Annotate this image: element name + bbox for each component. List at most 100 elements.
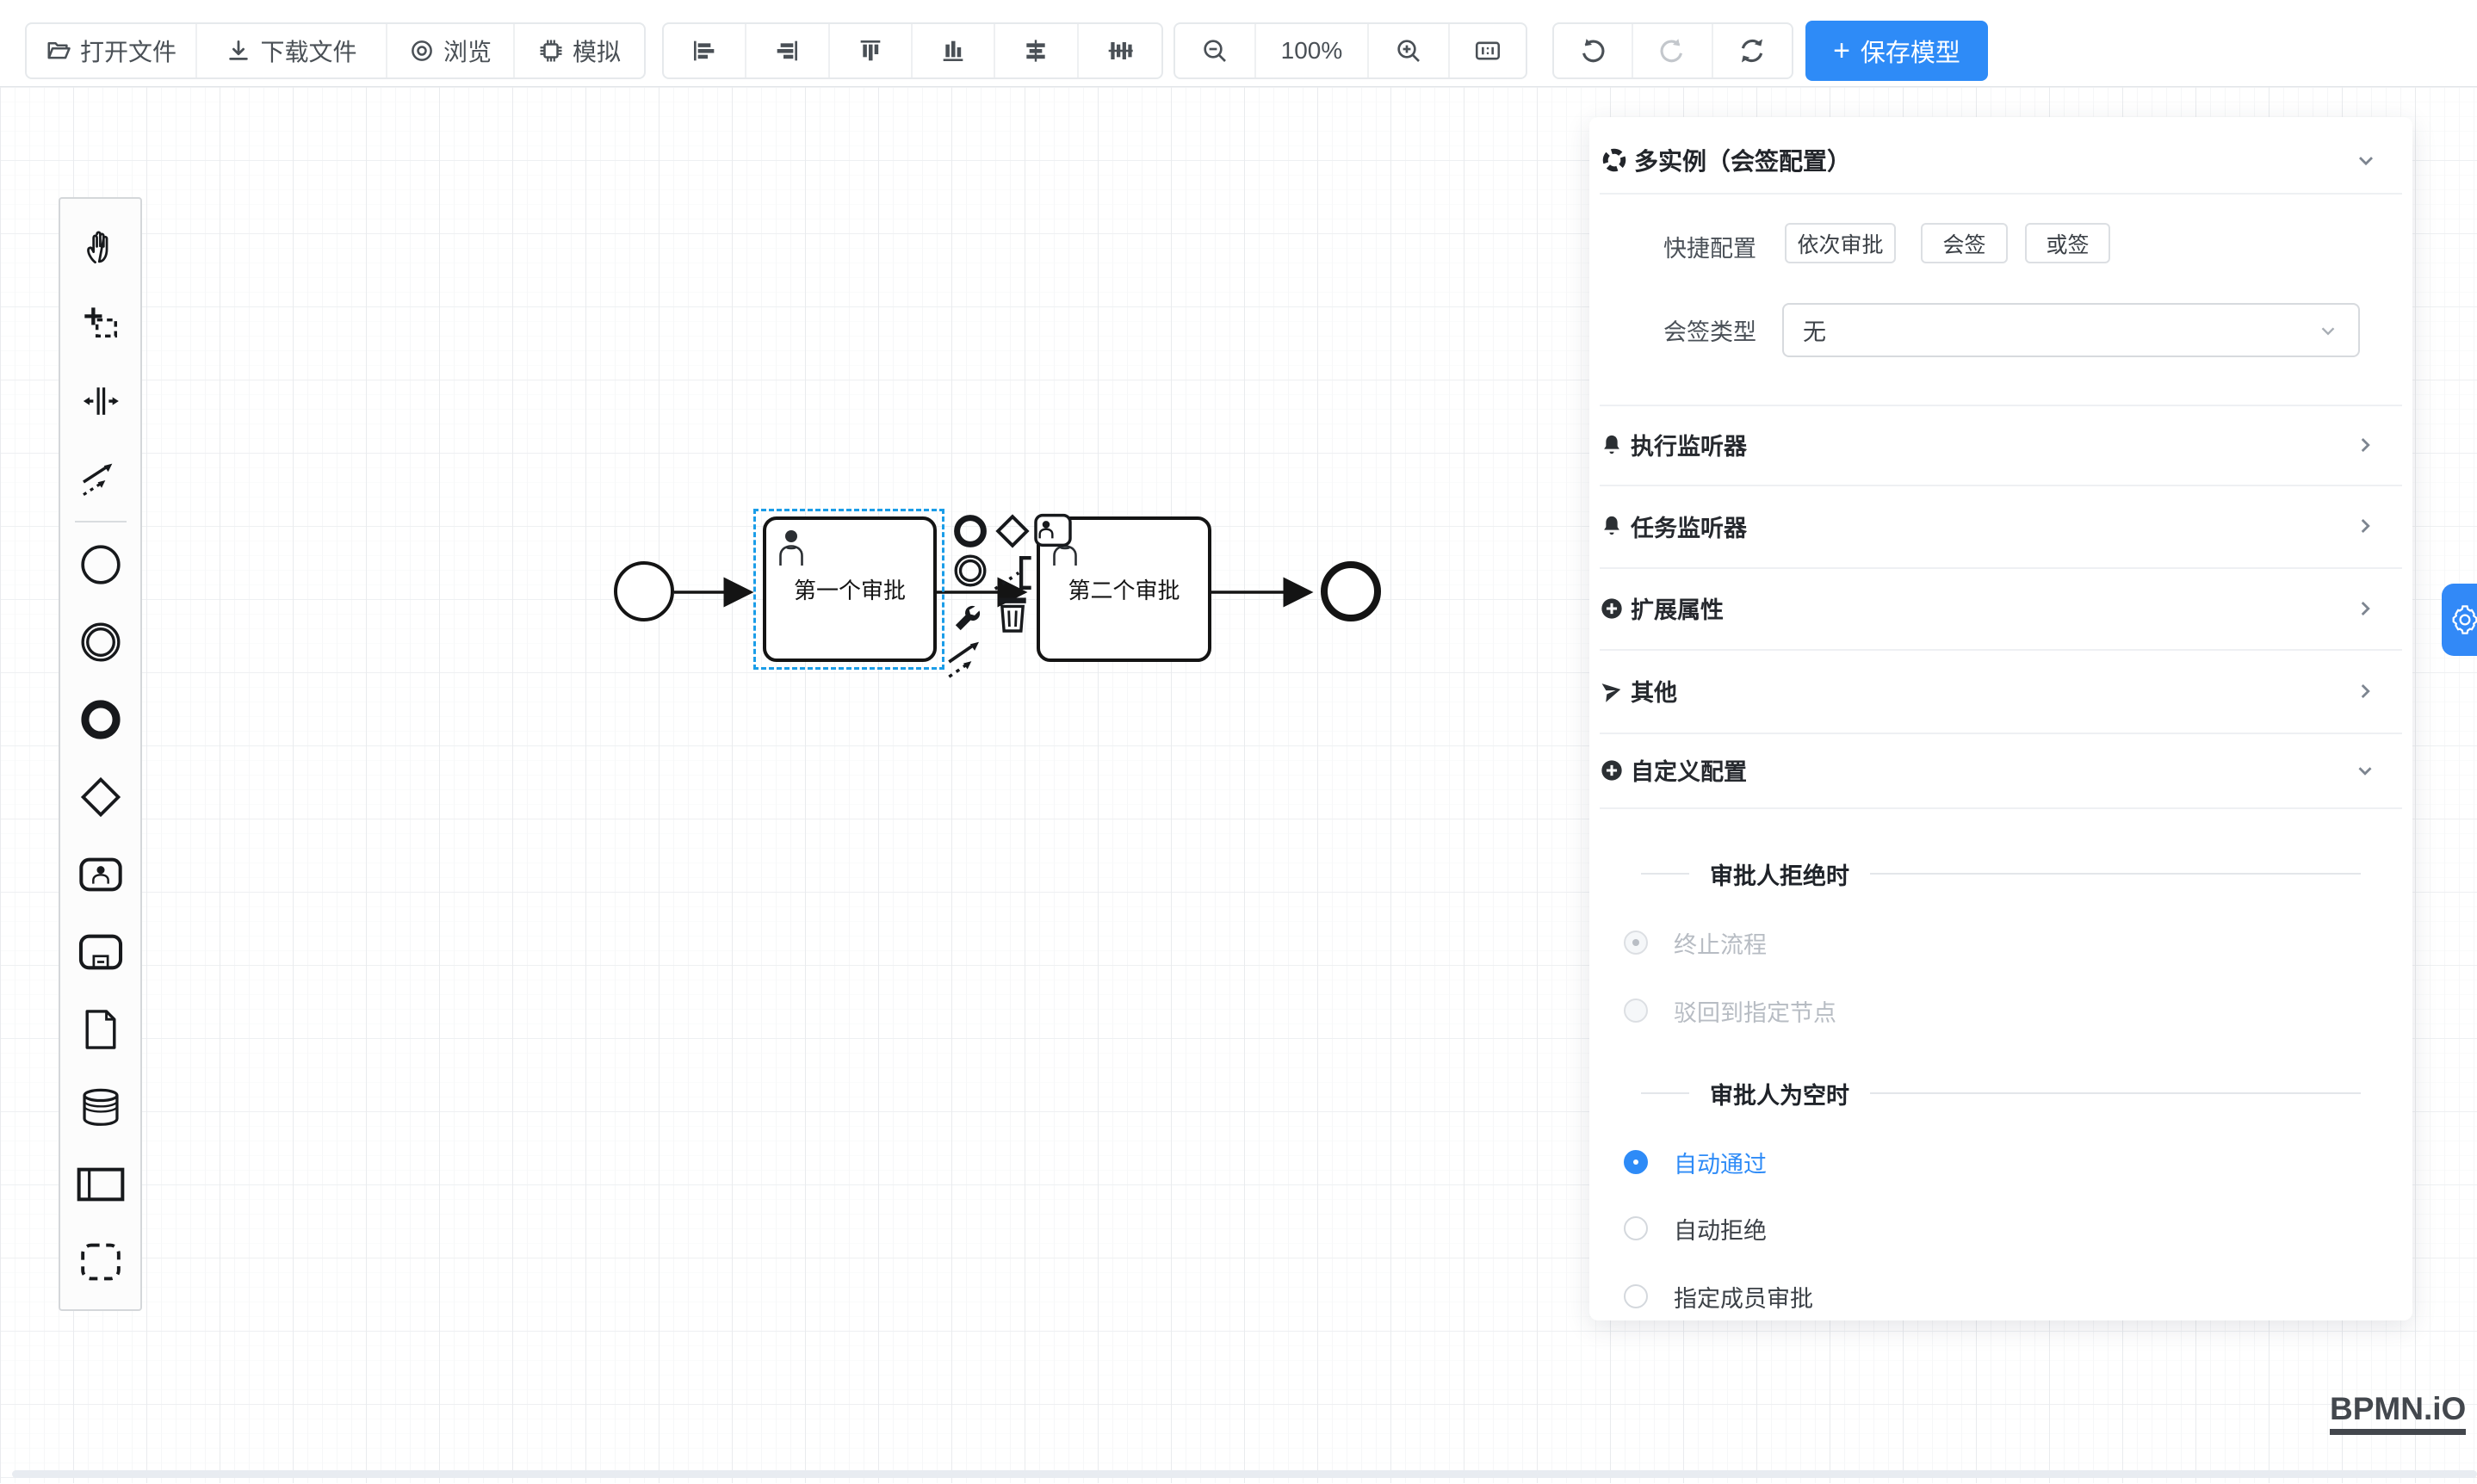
user-task-first[interactable]: 第一个审批 <box>763 516 937 662</box>
preview-button[interactable]: 浏览 <box>387 24 515 77</box>
zoom-level-value: 100% <box>1281 37 1343 65</box>
section-custom-config[interactable]: 自定义配置 <box>1589 733 2412 807</box>
radio-label: 自动拒绝 <box>1674 1212 1767 1246</box>
zoom-in-button[interactable] <box>1369 24 1450 77</box>
delete-trash-icon[interactable] <box>995 594 1030 634</box>
radio-auto-pass[interactable]: 自动通过 <box>1624 1141 1767 1183</box>
simulate-button[interactable]: 模拟 <box>515 24 644 77</box>
send-icon <box>1600 679 1624 703</box>
properties-panel: 多实例（会签配置） 快捷配置 依次审批 会签 或签 会签类型 无 执行监听器 任… <box>1589 117 2412 1320</box>
user-task-icon <box>78 857 123 892</box>
append-user-task-icon[interactable] <box>1033 513 1073 547</box>
chevron-right-icon <box>2354 515 2376 537</box>
section-other[interactable]: 其他 <box>1589 649 2412 733</box>
append-gateway-icon[interactable] <box>994 513 1031 549</box>
section-extended-properties[interactable]: 扩展属性 <box>1589 567 2412 649</box>
horizontal-scrollbar[interactable] <box>12 1470 2477 1478</box>
chevron-right-icon <box>2354 680 2376 702</box>
history-toolbar-group <box>1552 22 1793 79</box>
eye-icon <box>409 38 435 64</box>
create-end-event[interactable] <box>60 681 140 758</box>
undo-button[interactable] <box>1554 24 1633 77</box>
create-data-store[interactable] <box>60 1068 140 1146</box>
sign-type-label: 会签类型 <box>1653 313 1756 347</box>
zoom-out-button[interactable] <box>1175 24 1256 77</box>
redo-button[interactable] <box>1633 24 1712 77</box>
append-intermediate-event-icon[interactable] <box>952 553 988 589</box>
plus-circle-icon <box>1600 758 1624 782</box>
gateway-icon <box>78 775 123 819</box>
zoom-in-icon <box>1395 37 1422 65</box>
radio-icon <box>1624 1216 1648 1240</box>
create-subprocess[interactable] <box>60 913 140 991</box>
or-sign-button[interactable]: 或签 <box>2025 223 2110 263</box>
append-end-event-icon[interactable] <box>952 513 988 549</box>
bpmn-palette <box>59 197 142 1311</box>
data-object-icon <box>83 1008 119 1051</box>
global-connect-tool[interactable] <box>60 440 140 517</box>
align-right-button[interactable] <box>746 24 829 77</box>
align-left-icon <box>690 37 718 65</box>
align-center-button[interactable] <box>1079 24 1161 77</box>
radio-assign-member[interactable]: 指定成员审批 <box>1624 1276 1813 1317</box>
folder-open-icon <box>46 38 71 64</box>
open-file-button[interactable]: 打开文件 <box>27 24 197 77</box>
bpmn-io-logo[interactable]: BPMN.iO <box>2330 1391 2466 1435</box>
group-icon <box>79 1241 122 1283</box>
sequential-approve-button[interactable]: 依次审批 <box>1785 223 1896 263</box>
align-middle-button[interactable] <box>995 24 1078 77</box>
create-group[interactable] <box>60 1223 140 1301</box>
section-label: 扩展属性 <box>1631 591 1724 625</box>
panel-title: 多实例（会签配置） <box>1634 143 1851 177</box>
change-type-wrench-icon[interactable] <box>951 597 988 635</box>
panel-header[interactable]: 多实例（会签配置） <box>1589 136 2412 183</box>
end-event[interactable] <box>1321 561 1381 621</box>
create-user-task[interactable] <box>60 836 140 913</box>
save-model-button[interactable]: + 保存模型 <box>1805 21 1988 81</box>
divider <box>1600 807 2402 809</box>
append-text-annotation-icon[interactable] <box>990 549 1035 594</box>
align-bottom-button[interactable] <box>913 24 995 77</box>
countersign-button[interactable]: 会签 <box>1921 223 2008 263</box>
zoom-reset-button[interactable] <box>1450 24 1526 77</box>
bell-icon <box>1600 514 1624 538</box>
chevron-right-icon <box>2354 597 2376 620</box>
radio-auto-reject[interactable]: 自动拒绝 <box>1624 1208 1767 1249</box>
create-intermediate-event[interactable] <box>60 603 140 681</box>
create-data-object[interactable] <box>60 991 140 1068</box>
connect-tool-icon[interactable] <box>945 637 990 682</box>
lasso-tool[interactable] <box>60 285 140 362</box>
gear-icon <box>2450 605 2477 634</box>
chevron-right-icon <box>2354 434 2376 456</box>
radio-return-to-node[interactable]: 驳回到指定节点 <box>1624 990 1836 1031</box>
start-event[interactable] <box>614 561 674 621</box>
download-file-button[interactable]: 下载文件 <box>197 24 387 77</box>
align-right-icon <box>773 37 801 65</box>
quick-config-row: 依次审批 会签 或签 <box>1589 223 2412 263</box>
create-gateway[interactable] <box>60 758 140 836</box>
plus-icon: + <box>1833 36 1850 65</box>
sign-type-select[interactable]: 无 <box>1782 303 2360 357</box>
align-top-button[interactable] <box>830 24 913 77</box>
radio-label: 驳回到指定节点 <box>1674 994 1836 1028</box>
save-model-label: 保存模型 <box>1861 33 1960 69</box>
logo-text: BPMN.iO <box>2330 1391 2466 1427</box>
file-toolbar-group: 打开文件 下载文件 浏览 模拟 <box>25 22 646 79</box>
refresh-button[interactable] <box>1713 24 1792 77</box>
hand-tool[interactable] <box>60 207 140 285</box>
align-top-icon <box>857 37 884 65</box>
settings-tab[interactable] <box>2442 584 2477 656</box>
chevron-down-icon <box>2354 759 2376 782</box>
space-tool[interactable] <box>60 362 140 440</box>
create-start-event[interactable] <box>60 526 140 603</box>
radio-terminate-process[interactable]: 终止流程 <box>1624 922 1767 963</box>
multi-instance-icon <box>1601 147 1627 173</box>
create-participant[interactable] <box>60 1146 140 1223</box>
align-left-button[interactable] <box>664 24 746 77</box>
section-execution-listener[interactable]: 执行监听器 <box>1589 405 2412 485</box>
refresh-icon <box>1737 36 1767 65</box>
chevron-down-icon[interactable] <box>2354 148 2378 172</box>
section-task-listener[interactable]: 任务监听器 <box>1589 485 2412 567</box>
group-title-text: 审批人拒绝时 <box>1710 857 1849 891</box>
download-file-label: 下载文件 <box>260 34 356 68</box>
